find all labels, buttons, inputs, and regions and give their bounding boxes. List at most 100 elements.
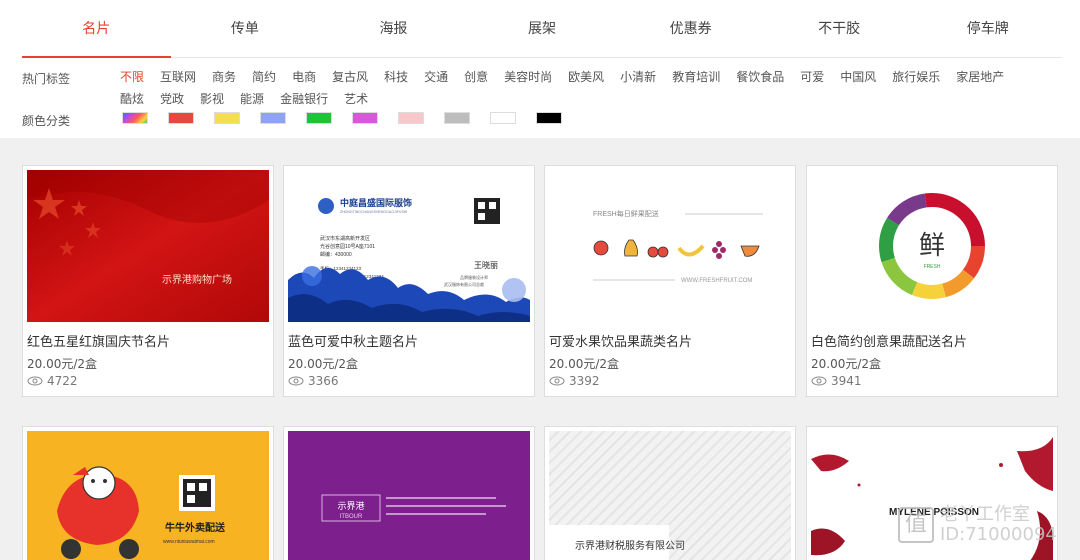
hot-tags-label: 热门标签 — [22, 72, 71, 86]
tag-item[interactable]: 科技 — [384, 68, 408, 86]
blue-card-image: 中庭昌盛国际服饰 ZHONGTINGCHANGSHENGGUOJIFUSHI 武… — [288, 197, 530, 322]
template-card[interactable]: 鲜 FRESH 白色简约创意果蔬配送名片 20.00元/2盒 3941 — [806, 165, 1058, 397]
card-views: 3366 — [288, 374, 339, 388]
color-filter-label: 颜色分类 — [22, 114, 71, 128]
svg-text:ITBOUR: ITBOUR — [340, 514, 363, 520]
filter-panel: 热门标签 不限 互联网 商务 简约 电商 复古风 科技 交通 创意 美容时尚 欧… — [0, 58, 1080, 138]
card-views: 3941 — [811, 374, 862, 388]
card-thumbnail: FRESH每日鲜果配送 WWW.FRESHFRUIT.COM — [549, 170, 791, 322]
color-swatch-red[interactable] — [168, 112, 194, 124]
svg-text:www.niuniuwaimai.com: www.niuniuwaimai.com — [163, 539, 215, 545]
color-swatch-gray[interactable] — [444, 112, 470, 124]
card-thumbnail: 示界港购物广场 — [27, 170, 269, 322]
card-views: 4722 — [27, 374, 78, 388]
card-price: 20.00元/2盒 — [811, 357, 882, 371]
hot-tags: 不限 互联网 商务 简约 电商 复古风 科技 交通 创意 美容时尚 欧美风 小清… — [120, 68, 1040, 108]
tag-item[interactable]: 交通 — [424, 68, 448, 86]
svg-text:品牌服装设计师: 品牌服装设计师 — [460, 274, 488, 280]
card-title: 红色五星红旗国庆节名片 — [27, 335, 171, 350]
tag-item[interactable]: 酷炫 — [120, 90, 144, 108]
color-swatch-pink[interactable] — [398, 112, 424, 124]
watermark-line1: 老丫工作室 — [940, 504, 1030, 525]
template-card[interactable]: 中庭昌盛国际服饰 ZHONGTINGCHANGSHENGGUOJIFUSHI 武… — [283, 165, 535, 397]
svg-text:光谷创意园10号A座7101: 光谷创意园10号A座7101 — [320, 243, 375, 250]
template-card[interactable]: 示界港财税服务有限公司 — [544, 426, 796, 560]
tag-item[interactable]: 金融银行 — [280, 90, 328, 108]
tag-item[interactable]: 电商 — [292, 68, 316, 86]
card-thumbnail: 示界港财税服务有限公司 — [549, 431, 791, 560]
svg-text:WWW.FRESHFRUIT.COM: WWW.FRESHFRUIT.COM — [681, 278, 752, 284]
tag-item[interactable]: 家居地产 — [956, 68, 1004, 86]
tab-flyer[interactable]: 传单 — [171, 0, 320, 57]
card-title: 可爱水果饮品果蔬类名片 — [549, 335, 693, 350]
tag-item[interactable]: 互联网 — [160, 68, 196, 86]
tag-item[interactable]: 教育培训 — [672, 68, 720, 86]
svg-text:鲜: 鲜 — [919, 231, 945, 261]
eye-icon — [811, 376, 827, 386]
svg-text:武汉市东湖高新开发区: 武汉市东湖高新开发区 — [320, 235, 370, 242]
tab-poster[interactable]: 海报 — [319, 0, 468, 57]
tag-item[interactable]: 小清新 — [620, 68, 656, 86]
tag-item[interactable]: 不限 — [120, 68, 144, 86]
tag-item[interactable]: 党政 — [160, 90, 184, 108]
tab-business-card[interactable]: 名片 — [22, 0, 171, 58]
eye-icon — [549, 376, 565, 386]
tag-item[interactable]: 欧美风 — [568, 68, 604, 86]
card-title: 蓝色可爱中秋主题名片 — [288, 335, 419, 350]
color-swatch-white[interactable] — [490, 112, 516, 124]
tag-item[interactable]: 影视 — [200, 90, 224, 108]
svg-text:王晓丽: 王晓丽 — [474, 260, 498, 270]
watermark-line2: ID:71000094 — [940, 524, 1057, 545]
tag-item[interactable]: 可爱 — [800, 68, 824, 86]
tab-coupon[interactable]: 优惠券 — [616, 0, 765, 57]
tab-parking-sign[interactable]: 停车牌 — [913, 0, 1062, 57]
red-flag-image: 示界港购物广场 — [27, 170, 269, 322]
color-swatch-black[interactable] — [536, 112, 562, 124]
template-card[interactable]: 牛牛外卖配送 www.niuniuwaimai.com — [22, 426, 274, 560]
view-count: 3941 — [831, 374, 862, 388]
card-thumbnail: 鲜 FRESH — [811, 170, 1053, 322]
tag-item[interactable]: 中国风 — [840, 68, 876, 86]
tab-sticker[interactable]: 不干胶 — [765, 0, 914, 57]
thumb-text: 示界港财税服务有限公司 — [575, 541, 685, 552]
fresh-ring-image: 鲜 FRESH — [879, 193, 985, 299]
card-thumbnail: 示界港 ITBOUR — [288, 431, 530, 560]
card-price: 20.00元/2盒 — [27, 357, 98, 371]
svg-text:武汉服饰有限公司总裁: 武汉服饰有限公司总裁 — [444, 281, 484, 287]
template-card[interactable]: 示界港 ITBOUR — [283, 426, 535, 560]
template-card[interactable]: FRESH每日鲜果配送 WWW.FRESHFRUIT.COM 可爱水果饮品果蔬类… — [544, 165, 796, 397]
tag-item[interactable]: 创意 — [464, 68, 488, 86]
color-swatch-blue[interactable] — [260, 112, 286, 124]
color-swatch-green[interactable] — [306, 112, 332, 124]
tag-item[interactable]: 美容时尚 — [504, 68, 552, 86]
purple-card-image: 示界港 ITBOUR — [321, 494, 506, 522]
svg-text:中庭昌盛国际服饰: 中庭昌盛国际服饰 — [340, 197, 412, 208]
tag-item[interactable]: 餐饮食品 — [736, 68, 784, 86]
watermark-logo: 值 — [898, 507, 934, 543]
watermark: 值 老丫工作室 ID:71000094 — [898, 505, 1057, 545]
thumb-text: 示界港购物广场 — [162, 273, 232, 286]
svg-text:FRESH: FRESH — [924, 264, 941, 270]
tag-item[interactable]: 艺术 — [344, 90, 368, 108]
card-price: 20.00元/2盒 — [549, 357, 620, 371]
tag-item[interactable]: 简约 — [252, 68, 276, 86]
tag-item[interactable]: 商务 — [212, 68, 236, 86]
color-swatch-multicolor[interactable] — [122, 112, 148, 124]
category-tabs: 名片 传单 海报 展架 优惠券 不干胶 停车牌 — [22, 0, 1062, 58]
card-title: 白色简约创意果蔬配送名片 — [811, 335, 968, 350]
color-swatches — [122, 112, 582, 124]
tag-item[interactable]: 复古风 — [332, 68, 368, 86]
tag-item[interactable]: 旅行娱乐 — [892, 68, 940, 86]
color-swatch-yellow[interactable] — [214, 112, 240, 124]
tab-display-stand[interactable]: 展架 — [468, 0, 617, 57]
eye-icon — [288, 376, 304, 386]
svg-text:ZHONGTINGCHANGSHENGGUOJIFUSHI: ZHONGTINGCHANGSHENGGUOJIFUSHI — [340, 210, 407, 214]
svg-text:示界港: 示界港 — [337, 500, 364, 512]
card-price: 20.00元/2盒 — [288, 357, 359, 371]
template-card[interactable]: 示界港购物广场 红色五星红旗国庆节名片 20.00元/2盒 4722 — [22, 165, 274, 397]
fruit-icons — [593, 239, 760, 259]
svg-text:邮编：430000: 邮编：430000 — [320, 251, 352, 258]
tag-item[interactable]: 能源 — [240, 90, 264, 108]
svg-text:牛牛外卖配送: 牛牛外卖配送 — [165, 521, 226, 534]
color-swatch-purple[interactable] — [352, 112, 378, 124]
